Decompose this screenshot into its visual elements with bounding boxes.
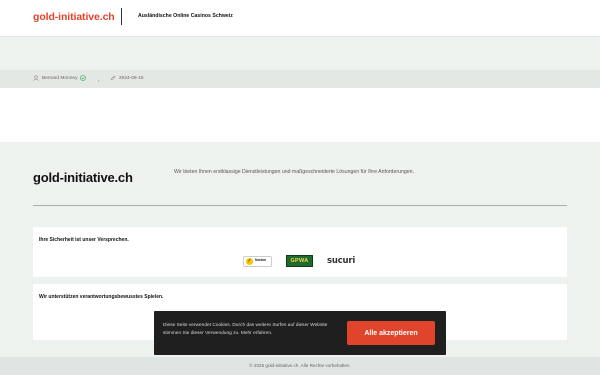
accept-all-cookies-button[interactable]: Alle akzeptieren <box>347 321 435 345</box>
footer-logo-link[interactable]: gold-initiative.ch <box>33 170 133 185</box>
site-header: gold-initiative.ch Ausländische Online C… <box>0 0 600 37</box>
cookie-banner: Diese Seite verwendet Cookies. Durch das… <box>154 311 446 355</box>
author-meta: Bernard Monney <box>33 75 87 81</box>
footer-divider <box>33 205 567 206</box>
meta-separator: , <box>98 77 100 83</box>
pencil-icon <box>110 75 116 81</box>
norton-check-icon: ✓ <box>246 257 253 265</box>
security-card-title: Ihre Sicherheit ist unser Versprechen. <box>39 237 129 243</box>
sucuri-badge[interactable]: sucuri <box>327 256 355 266</box>
footer-description: Wir bieten Ihnen erstklassige Dienstleis… <box>174 169 414 175</box>
gpwa-badge[interactable]: GPWA <box>286 255 313 267</box>
copyright-bar: © 2025 gold-initiative.ch. Alle Rechte v… <box>0 357 600 375</box>
copyright-text: © 2025 gold-initiative.ch. Alle Rechte v… <box>249 363 351 368</box>
author-link[interactable]: Bernard Monney <box>42 76 77 81</box>
content-area <box>0 88 600 142</box>
verified-check-icon <box>80 75 87 81</box>
site-logo-link[interactable]: gold-initiative.ch <box>33 11 115 23</box>
cookie-banner-text: Diese Seite verwendet Cookies. Durch das… <box>163 323 328 337</box>
date-meta: 2024-09-15 <box>110 75 144 81</box>
norton-badge[interactable]: ✓ Norton <box>243 255 272 267</box>
security-badges: ✓ Norton GPWA sucuri <box>243 255 355 267</box>
norton-badge-label: Norton <box>255 258 267 263</box>
security-card: Ihre Sicherheit ist unser Versprechen. ✓… <box>33 227 567 277</box>
user-icon <box>33 75 39 81</box>
publish-date: 2024-09-15 <box>119 75 144 81</box>
header-page-title: Ausländische Online Casinos Schweiz <box>138 13 233 19</box>
article-meta-bar: Bernard Monney , 2024-09-15 <box>0 70 600 88</box>
header-divider <box>121 8 122 25</box>
responsible-gaming-title: Wir unterstützen verantwortungsbewusstes… <box>39 294 164 300</box>
